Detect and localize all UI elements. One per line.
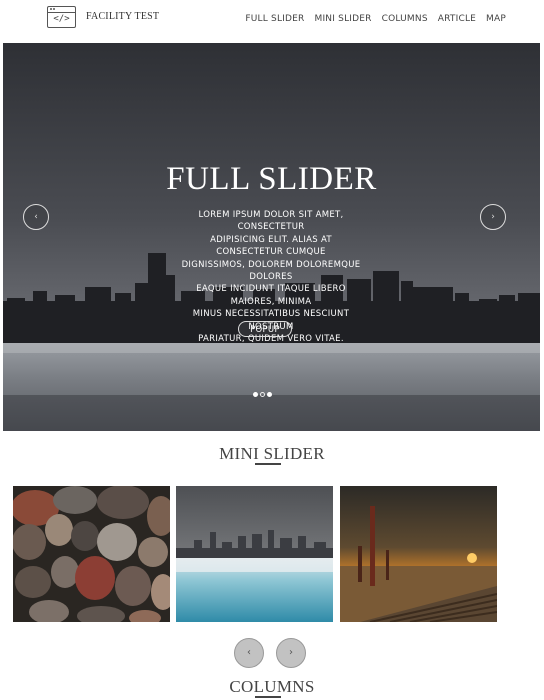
slider-prev-button[interactable]: ‹ xyxy=(23,204,49,230)
nav-article[interactable]: ARTICLE xyxy=(433,14,481,24)
nav-columns[interactable]: COLUMNS xyxy=(377,14,433,24)
chevron-right-icon: › xyxy=(491,212,495,222)
mini-slider-heading: MINI SLIDER xyxy=(219,444,325,463)
hero-text-line: DIGNISSIMOS, DOLOREM DOLOREMQUE xyxy=(181,259,361,270)
chevron-right-icon: › xyxy=(289,647,293,658)
city-skyline-image xyxy=(176,486,333,622)
logo-dot xyxy=(53,8,55,10)
main-nav: FULL SLIDER MINI SLIDER COLUMNS ARTICLE … xyxy=(240,14,506,24)
logo-code-glyph: </> xyxy=(53,14,70,24)
columns-heading: COLUMNS xyxy=(229,677,315,696)
slider-dot[interactable] xyxy=(253,392,258,397)
hero-title: FULL SLIDER xyxy=(166,161,377,197)
hero-text-line: MAIORES, MINIMA xyxy=(230,296,312,307)
nav-mini-slider[interactable]: MINI SLIDER xyxy=(309,14,376,24)
nav-full-slider[interactable]: FULL SLIDER xyxy=(240,14,309,24)
heading-underline xyxy=(255,463,281,465)
hero-text-line: CONSECTETUR CUMQUE xyxy=(216,247,326,258)
chevron-left-icon: ‹ xyxy=(34,212,38,222)
slider-next-button[interactable]: › xyxy=(480,204,506,230)
hero-text-line: ADIPISICING ELIT. ALIAS AT xyxy=(210,234,332,245)
mini-slider-prev-button[interactable]: ‹ xyxy=(234,638,264,668)
chevron-left-icon: ‹ xyxy=(247,647,251,658)
slider-dot-active[interactable] xyxy=(260,392,265,397)
hero-text-line: EAQUE INCIDUNT ITAQUE LIBERO xyxy=(196,284,346,295)
mini-slide-city[interactable] xyxy=(176,486,333,622)
hero-text-line: DOLORES xyxy=(249,272,293,283)
mini-slider-next-button[interactable]: › xyxy=(276,638,306,668)
slider-pagination xyxy=(253,392,272,397)
nav-map[interactable]: MAP xyxy=(481,14,506,24)
slider-dot[interactable] xyxy=(267,392,272,397)
code-window-icon[interactable]: </> xyxy=(47,6,76,28)
logo-dot xyxy=(50,8,52,10)
popup-button[interactable]: POPUP xyxy=(238,321,292,337)
sunset-boardwalk-image xyxy=(340,486,497,622)
full-slider: FULL SLIDER LOREM IPSUM DOLOR SIT AMET, … xyxy=(3,43,540,431)
site-title[interactable]: FACILITY TEST xyxy=(86,11,159,22)
hero-text-line: CONSECTETUR xyxy=(237,222,305,233)
heading-underline xyxy=(255,696,281,698)
pebbles-image xyxy=(13,486,170,622)
mini-slide-pebbles[interactable] xyxy=(13,486,170,622)
hero-text-line: MINUS NECESSITATIBUS NESCIUNT xyxy=(192,309,350,320)
site-header: </> FACILITY TEST FULL SLIDER MINI SLIDE… xyxy=(0,0,544,42)
mini-slide-sunset[interactable] xyxy=(340,486,497,622)
hero-text-line: LOREM IPSUM DOLOR SIT AMET, xyxy=(198,210,344,220)
